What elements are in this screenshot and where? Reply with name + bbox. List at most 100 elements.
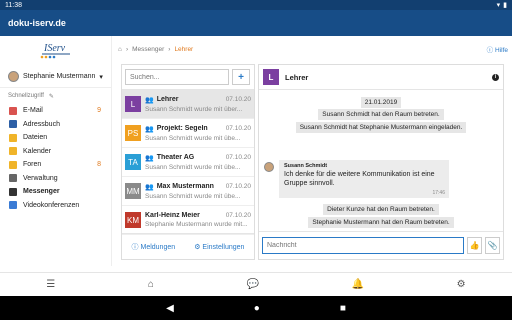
nav-icon xyxy=(9,147,17,156)
attachment-icon[interactable]: 📎 xyxy=(485,237,501,254)
avatar xyxy=(8,71,19,82)
conversation-preview: Susann Schmidt wurde mit übe... xyxy=(145,192,241,200)
message-text: Ich denke für die weitere Kommunikation … xyxy=(284,171,435,187)
conversation-avatar: KM xyxy=(125,212,141,228)
list-item[interactable]: MM 👥 Max Mustermann 07.10.20 Susann Schmidt … xyxy=(122,177,254,206)
event-message: Susann Schmidt hat den Raum betreten. xyxy=(259,109,503,120)
breadcrumb-current: Lehrer xyxy=(174,45,194,53)
home-circle-icon[interactable]: ● xyxy=(254,303,260,314)
nav-icon xyxy=(9,106,17,115)
event-message: Stephanie Mustermann hat den Raum betret… xyxy=(259,217,503,228)
chat-message: Susann Schmidt Ich denke für die weitere… xyxy=(279,160,449,198)
sidebar-item-label: Verwaltung xyxy=(23,174,58,182)
app-title: doku-iserv.de xyxy=(8,18,66,28)
new-conversation-button[interactable]: + xyxy=(232,69,250,85)
conversation-date: 07.10.20 xyxy=(225,96,251,103)
thumbs-up-icon[interactable]: 👍 xyxy=(467,237,483,254)
avatar xyxy=(264,162,274,172)
pencil-icon[interactable]: ✎ xyxy=(49,93,54,100)
conversation-list: + L 👥 Lehrer 07.10.20 Susann Schmidt wurde m… xyxy=(121,64,255,260)
group-icon: 👥 xyxy=(145,154,154,162)
sidebar-item-label: Dateien xyxy=(23,134,48,142)
recents-icon[interactable]: ■ xyxy=(340,303,346,314)
back-icon[interactable]: ◀ xyxy=(166,303,174,314)
conversation-date: 07.10.20 xyxy=(225,125,251,132)
status-time: 11:38 xyxy=(5,1,22,9)
sidebar-item-dateien[interactable]: Dateien xyxy=(0,131,111,145)
unread-count: 8 xyxy=(97,161,101,169)
sidebar-item-label: Adressbuch xyxy=(23,120,60,128)
help-link[interactable]: ⓘ Hilfe xyxy=(487,44,508,54)
breadcrumb-messenger[interactable]: Messenger xyxy=(132,46,164,53)
conversation-date: 07.10.20 xyxy=(225,183,251,190)
home-icon[interactable]: ⌂ xyxy=(148,279,154,290)
message-input[interactable] xyxy=(262,237,465,254)
sidebar-item-verwaltung[interactable]: Verwaltung xyxy=(0,172,111,186)
svg-text:IServ: IServ xyxy=(43,43,66,54)
conversation-avatar: L xyxy=(125,96,141,112)
date-divider: 21.01.2019 xyxy=(259,97,503,108)
conversation-avatar: PS xyxy=(125,125,141,141)
mentions-button[interactable]: ⓘ Meldungen xyxy=(132,242,176,252)
sidebar-item-label: Videokonferenzen xyxy=(23,201,80,209)
nav-icon xyxy=(9,201,17,210)
user-menu[interactable]: Stephanie Mustermann ▾ xyxy=(0,66,111,88)
nav-icon xyxy=(9,133,17,142)
iserv-logo[interactable]: IServ xyxy=(0,36,111,66)
sidebar-item-label: Messenger xyxy=(23,188,60,196)
nav-icon xyxy=(9,174,17,183)
chat-header: L Lehrer i xyxy=(259,65,503,90)
conversation-preview: Susann Schmidt wurde mit übe... xyxy=(145,134,241,142)
sidebar-item-videokonferenzen[interactable]: Videokonferenzen xyxy=(0,199,111,213)
caret-down-icon: ▾ xyxy=(99,73,103,81)
settings-button[interactable]: ⚙ Einstellungen xyxy=(194,243,244,251)
conversation-avatar: TA xyxy=(125,154,141,170)
list-footer: ⓘ Meldungen ⚙ Einstellungen xyxy=(122,233,254,259)
composer: 👍 📎 xyxy=(259,231,503,259)
conversation-date: 07.10.20 xyxy=(225,154,251,161)
gear-icon[interactable]: ⚙ xyxy=(457,279,466,290)
wifi-icon: ▾ xyxy=(496,2,501,9)
conversation-preview: Stephanie Mustermann wurde mit... xyxy=(145,221,248,228)
chat-panel: L Lehrer i 21.01.2019 Susann Schmidt hat… xyxy=(258,64,504,260)
search-input[interactable] xyxy=(125,69,229,85)
menu-icon[interactable]: ☰ xyxy=(46,279,55,290)
sidebar-item-foren[interactable]: Foren 8 xyxy=(0,158,111,172)
list-item[interactable]: PS 👥 Projekt: Segeln 07.10.20 Susann Schmidt… xyxy=(122,119,254,148)
list-item[interactable]: L 👥 Lehrer 07.10.20 Susann Schmidt wurde mit… xyxy=(122,90,254,119)
battery-icon: ▮ xyxy=(503,2,507,9)
info-icon[interactable]: i xyxy=(492,73,499,81)
sidebar-item-email[interactable]: E-Mail 9 xyxy=(0,104,111,118)
system-nav-bar: ◀ ● ■ xyxy=(0,296,512,320)
nav-icon xyxy=(9,120,17,129)
conversation-name: Theater AG xyxy=(156,154,195,161)
conversation-preview: Susann Schmidt wurde mit übe... xyxy=(145,163,241,171)
conversation-preview: Susann Schmidt wurde mit über... xyxy=(145,105,243,113)
event-message: Susann Schmidt hat Stephanie Mustermann … xyxy=(259,122,503,133)
home-icon[interactable]: ⌂ xyxy=(118,46,122,53)
chat-title: Lehrer xyxy=(285,72,309,82)
unread-count: 9 xyxy=(97,107,101,115)
message-area: 21.01.2019 Susann Schmidt hat den Raum b… xyxy=(259,91,503,233)
room-avatar: L xyxy=(263,69,279,85)
sidebar-item-messenger[interactable]: Messenger xyxy=(0,185,111,199)
conversation-name: Lehrer xyxy=(156,96,179,103)
quick-access[interactable]: Schnellzugriff ✎ xyxy=(0,88,111,104)
conversation-name: Karl-Heinz Meier xyxy=(145,212,200,219)
conversation-avatar: MM xyxy=(125,183,141,199)
bottom-nav: ☰ ⌂ 💬 🔔 ⚙ xyxy=(0,272,512,296)
chat-icon[interactable]: 💬 xyxy=(247,279,259,290)
sidebar: IServ Stephanie Mustermann ▾ Schnellzugr… xyxy=(0,36,112,266)
list-item[interactable]: KM Karl-Heinz Meier 07.10.20 Stephanie Must… xyxy=(122,206,254,235)
app-bar: doku-iserv.de xyxy=(0,10,512,36)
event-message: Dieter Kunze hat den Raum betreten. xyxy=(259,204,503,215)
sidebar-item-kalender[interactable]: Kalender xyxy=(0,145,111,159)
sidebar-item-adressbuch[interactable]: Adressbuch xyxy=(0,118,111,132)
quick-access-label: Schnellzugriff xyxy=(8,93,44,99)
breadcrumb: ⌂ › Messenger › Lehrer ⓘ Hilfe xyxy=(118,44,508,55)
group-icon: 👥 xyxy=(145,125,154,133)
status-bar: 11:38 ▾ ▮ xyxy=(0,0,512,10)
list-item[interactable]: TA 👥 Theater AG 07.10.20 Susann Schmidt wurd… xyxy=(122,148,254,177)
conversation-name: Max Mustermann xyxy=(156,183,214,190)
bell-icon[interactable]: 🔔 xyxy=(352,279,364,290)
